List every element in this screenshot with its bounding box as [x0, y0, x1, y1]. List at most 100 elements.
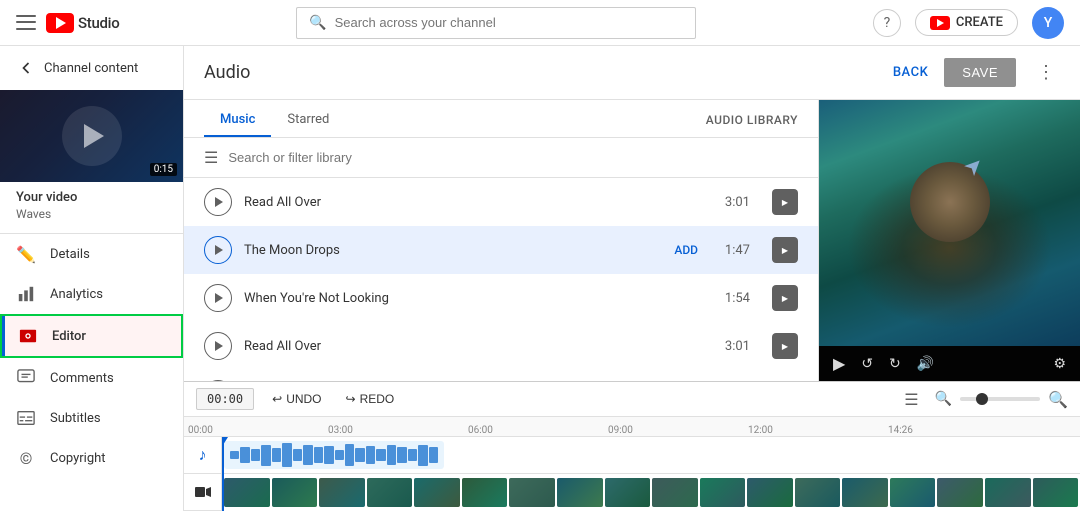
- audio-track-icon: ♪: [184, 437, 221, 474]
- zoom-thumb: [976, 393, 988, 405]
- equalizer-icon[interactable]: ☰: [904, 390, 918, 409]
- sidebar-item-analytics[interactable]: Analytics: [0, 274, 183, 314]
- waveform-bar: [282, 443, 291, 467]
- video-frame: [319, 478, 365, 507]
- topbar-search: 🔍: [131, 7, 860, 39]
- track-duration: 1:54: [720, 291, 750, 306]
- track-preview-button[interactable]: [772, 285, 798, 311]
- audio-track-row: [222, 437, 1080, 474]
- pencil-icon: ✏️: [16, 244, 36, 264]
- timeline-tracks: ♪: [184, 437, 1080, 511]
- waveform-bar: [272, 448, 281, 462]
- settings-icon[interactable]: ⚙: [1053, 356, 1066, 372]
- zoom-in-icon[interactable]: 🔍: [1048, 390, 1068, 409]
- subtitles-icon: [16, 408, 36, 428]
- sidebar-back-button[interactable]: Channel content: [0, 46, 183, 90]
- audio-library-link[interactable]: AUDIO LIBRARY: [706, 101, 798, 137]
- list-item[interactable]: When You're Not Looking 1:54: [184, 274, 818, 322]
- track-preview-button[interactable]: [772, 189, 798, 215]
- play-button[interactable]: [204, 236, 232, 264]
- hamburger-menu[interactable]: [16, 13, 36, 33]
- waveform-bars: [230, 441, 438, 469]
- play-button[interactable]: [204, 284, 232, 312]
- editor-label: Editor: [52, 329, 86, 344]
- play-control-icon[interactable]: ▶: [833, 354, 845, 373]
- audio-header: Audio BACK SAVE ⋮: [184, 46, 1080, 100]
- waveform-bar: [303, 445, 312, 465]
- redo-label: REDO: [360, 392, 395, 406]
- help-button[interactable]: ?: [873, 9, 901, 37]
- ruler-mark: 06:00: [468, 425, 608, 436]
- preview-controls: ▶ ↺ ↻ 🔊 ⚙: [819, 346, 1080, 381]
- video-title: Your video: [16, 190, 167, 205]
- video-frame: [557, 478, 603, 507]
- tab-music[interactable]: Music: [204, 100, 271, 137]
- undo-label: UNDO: [286, 392, 321, 406]
- filter-icon: ☰: [204, 148, 218, 167]
- undo-button[interactable]: ↩ UNDO: [266, 389, 327, 409]
- list-item[interactable]: The Moon Drops ADD 1:47: [184, 226, 818, 274]
- youtube-icon: [46, 13, 74, 33]
- sidebar-item-copyright[interactable]: © Copyright: [0, 438, 183, 478]
- timeline-toolbar: 00:00 ↩ UNDO ↪ REDO ☰ 🔍: [184, 382, 1080, 417]
- waveform-bar: [387, 445, 396, 465]
- back-link[interactable]: BACK: [893, 65, 928, 80]
- sidebar-thumbnail: 0:15: [0, 90, 183, 182]
- volume-icon[interactable]: 🔊: [917, 356, 934, 372]
- video-subtitle: Waves: [16, 207, 167, 221]
- waveform-bar: [345, 444, 354, 466]
- track-preview-button[interactable]: [772, 333, 798, 359]
- topbar: Studio 🔍 ? CREATE Y: [0, 0, 1080, 46]
- tab-starred[interactable]: Starred: [271, 100, 345, 137]
- more-options-button[interactable]: ⋮: [1032, 59, 1060, 87]
- library-search-bar: ☰: [184, 138, 818, 178]
- zoom-out-icon[interactable]: 🔍: [935, 391, 952, 407]
- save-button[interactable]: SAVE: [944, 58, 1016, 87]
- playhead: [222, 437, 224, 511]
- library-search-input[interactable]: [228, 150, 798, 165]
- waveform-bar: [335, 450, 344, 460]
- sidebar-item-subtitles[interactable]: Subtitles: [0, 398, 183, 438]
- comments-label: Comments: [50, 371, 114, 386]
- list-item[interactable]: Read All Over 3:01: [184, 322, 818, 370]
- subtitles-label: Subtitles: [50, 411, 101, 426]
- video-frame: [937, 478, 983, 507]
- video-frame: [652, 478, 698, 507]
- forward-icon[interactable]: ↻: [889, 356, 901, 372]
- track-preview-button[interactable]: [772, 237, 798, 263]
- preview-screen: ➤: [819, 100, 1080, 346]
- waveform-bar: [251, 449, 260, 462]
- create-button[interactable]: CREATE: [915, 9, 1018, 36]
- rewind-icon[interactable]: ↺: [861, 356, 873, 372]
- waveform-bar: [261, 445, 270, 466]
- main-layout: Channel content 0:15 Your video Waves ✏️…: [0, 46, 1080, 511]
- library-panel: Music Starred AUDIO LIBRARY ☰: [184, 100, 819, 381]
- video-track-icon: [184, 474, 221, 511]
- track-icons: ♪: [184, 437, 222, 511]
- avatar[interactable]: Y: [1032, 7, 1064, 39]
- controls-left: ▶ ↺ ↻ 🔊: [833, 354, 934, 373]
- video-track-row: [222, 474, 1080, 511]
- time-display: 00:00: [196, 388, 254, 410]
- track-add-button[interactable]: ADD: [674, 243, 698, 257]
- split-view: Music Starred AUDIO LIBRARY ☰: [184, 100, 1080, 381]
- search-input[interactable]: [335, 15, 684, 30]
- list-item[interactable]: Read All Over 3:01: [184, 178, 818, 226]
- ruler-mark: 03:00: [328, 425, 468, 436]
- redo-button[interactable]: ↪ REDO: [340, 389, 401, 409]
- sidebar-item-details[interactable]: ✏️ Details: [0, 234, 183, 274]
- video-frame: [842, 478, 888, 507]
- ruler-marks: 00:00 03:00 06:00 09:00 12:00 14:26: [188, 417, 1076, 436]
- play-button[interactable]: [204, 332, 232, 360]
- waveform-bar: [240, 447, 249, 464]
- video-frame: [1033, 478, 1079, 507]
- sidebar-item-editor[interactable]: Editor: [0, 314, 183, 358]
- bar-chart-icon: [16, 284, 36, 304]
- waveform-bar: [429, 447, 438, 464]
- sidebar-item-comments[interactable]: Comments: [0, 358, 183, 398]
- list-item[interactable]: The Goon's Loose 2:34: [184, 370, 818, 381]
- topbar-left: Studio: [16, 13, 119, 33]
- video-frame: [367, 478, 413, 507]
- play-button[interactable]: [204, 188, 232, 216]
- zoom-slider[interactable]: [960, 397, 1040, 401]
